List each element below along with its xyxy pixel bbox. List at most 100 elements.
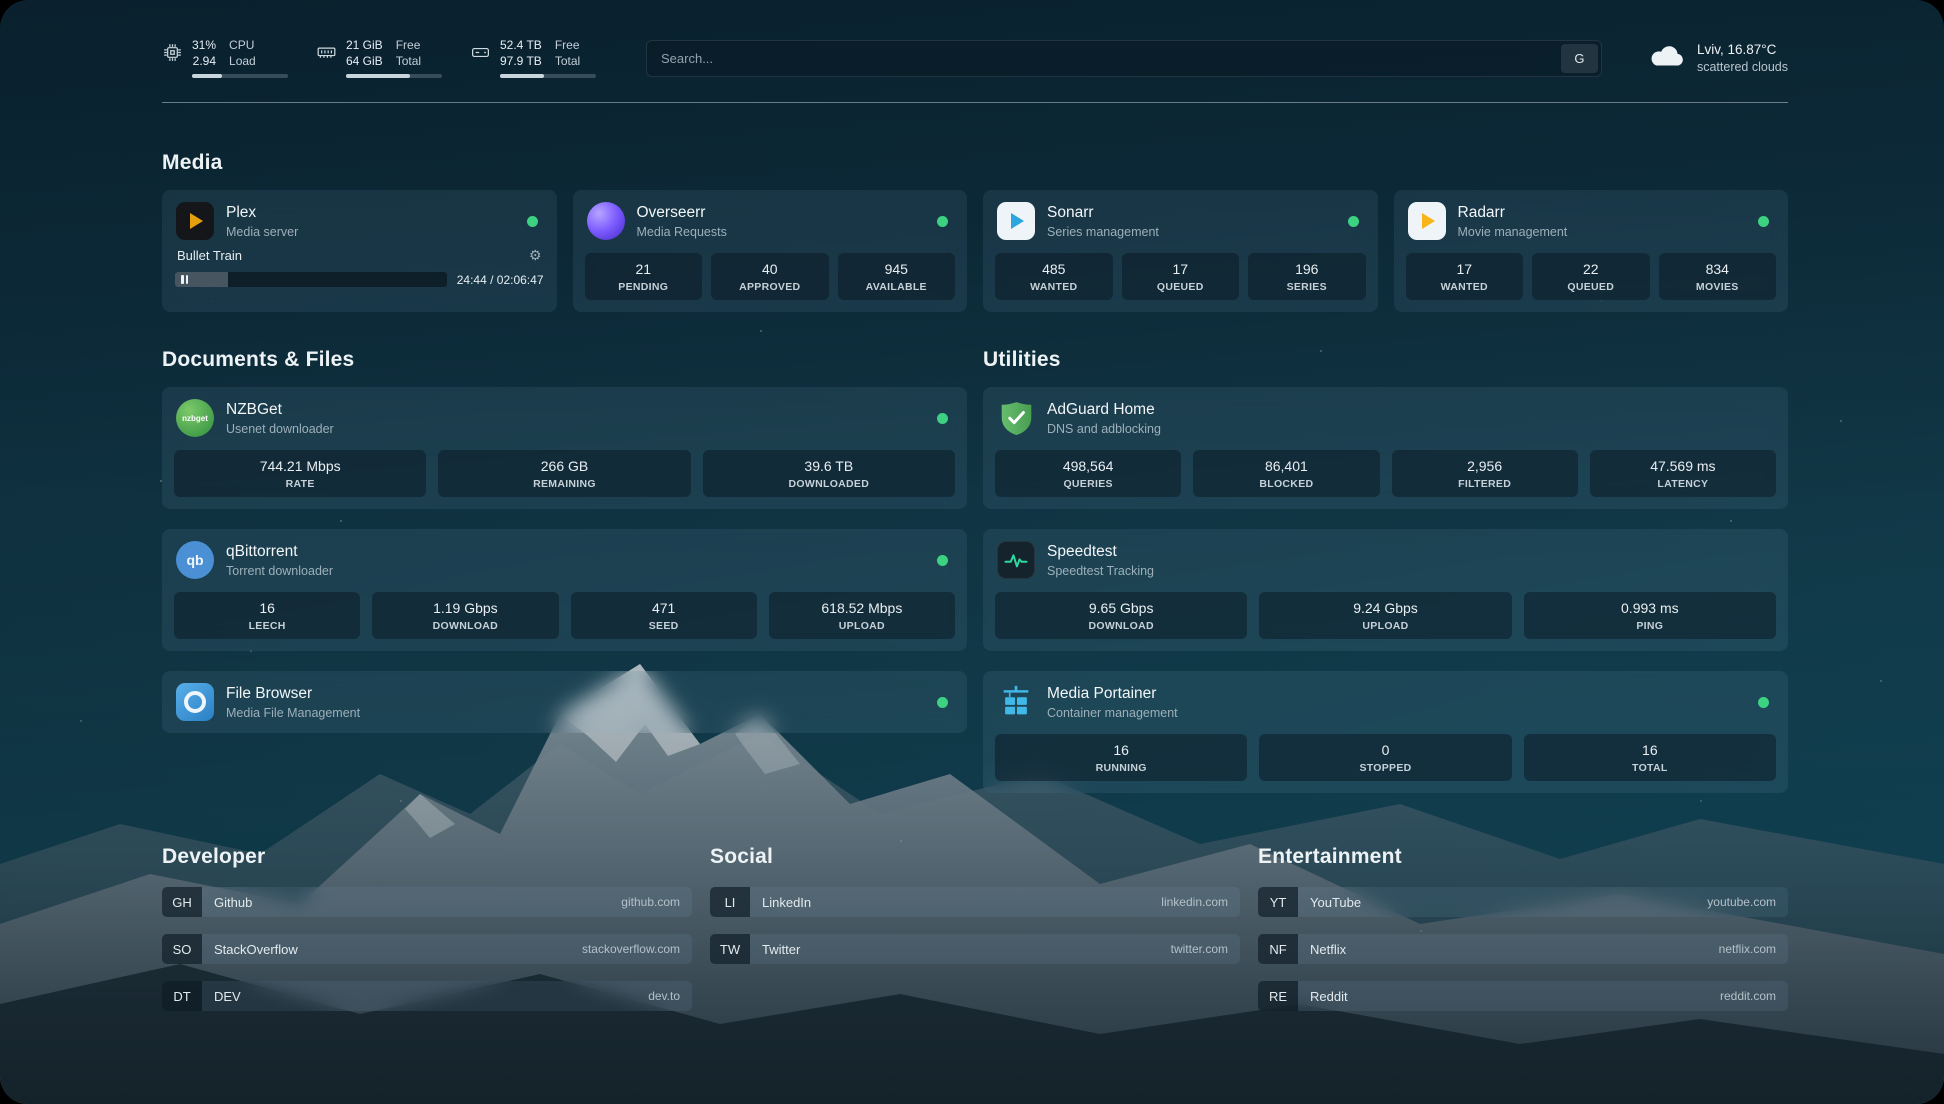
service-stats: 9.65 GbpsDOWNLOAD9.24 GbpsUPLOAD0.993 ms… <box>995 592 1776 639</box>
bookmark-stackoverflow[interactable]: SOStackOverflowstackoverflow.com <box>162 934 692 964</box>
stat-download: 9.65 Gbps DOWNLOAD <box>995 592 1247 639</box>
search-bar[interactable]: G <box>646 40 1602 77</box>
pause-icon[interactable] <box>181 275 188 284</box>
service-header: nzbgetNZBGetUsenet downloader <box>174 397 955 437</box>
bookmark-abbr: YT <box>1258 887 1298 917</box>
stat-download: 1.19 GbpsDOWNLOAD <box>372 592 558 639</box>
stat-remaining: 266 GB REMAINING <box>438 450 690 497</box>
filebrowser-icon <box>176 683 214 721</box>
service-card-nzbget[interactable]: nzbgetNZBGetUsenet downloader744.21 Mbps… <box>162 387 967 509</box>
utilities-cards: AdGuard HomeDNS and adblocking 498,564QUE… <box>983 387 1788 793</box>
service-card-filebrowser[interactable]: File BrowserMedia File Management <box>162 671 967 733</box>
stat-approved: 40APPROVED <box>711 253 829 300</box>
bookmark-twitter[interactable]: TWTwittertwitter.com <box>710 934 1240 964</box>
service-card-overseerr[interactable]: OverseerrMedia Requests21PENDING40APPROV… <box>573 190 968 312</box>
stat-value: 16 <box>1527 742 1773 758</box>
playback-progress-bar[interactable] <box>175 272 447 287</box>
bookmark-youtube[interactable]: YTYouTubeyoutube.com <box>1258 887 1788 917</box>
bookmark-url: dev.to <box>648 989 680 1003</box>
bookmark-reddit[interactable]: RERedditreddit.com <box>1258 981 1788 1011</box>
stat-label: DOWNLOAD <box>375 620 555 632</box>
bookmark-abbr: TW <box>710 934 750 964</box>
service-name: File Browser <box>226 685 360 703</box>
search-provider-button[interactable]: G <box>1561 44 1598 73</box>
bookmark-github[interactable]: GHGithubgithub.com <box>162 887 692 917</box>
now-playing: Bullet Train⚙24:44 / 02:06:47 <box>174 247 545 287</box>
stat-label: AVAILABLE <box>841 281 953 293</box>
service-description: Usenet downloader <box>226 422 334 436</box>
stat-value: 47.569 ms <box>1593 458 1773 474</box>
bookmark-group-title: Entertainment <box>1258 845 1788 869</box>
service-header: AdGuard HomeDNS and adblocking <box>995 397 1776 437</box>
bookmark-url: reddit.com <box>1720 989 1776 1003</box>
service-header: SpeedtestSpeedtest Tracking <box>995 539 1776 579</box>
bookmark-group-developer: DeveloperGHGithubgithub.comSOStackOverfl… <box>162 845 692 1011</box>
memory-label-1: Free <box>396 38 421 54</box>
search-input[interactable] <box>646 40 1602 77</box>
status-dot-online <box>937 413 948 424</box>
stat-label: TOTAL <box>1527 762 1773 774</box>
bookmark-name: Github <box>214 895 621 910</box>
service-stats: 744.21 MbpsRATE266 GBREMAINING39.6 TBDOW… <box>174 450 955 497</box>
stat-series: 196SERIES <box>1248 253 1366 300</box>
service-card-portainer[interactable]: Media PortainerContainer management16RUN… <box>983 671 1788 793</box>
weather-location: Lviv, 16.87°C <box>1697 42 1788 57</box>
service-stats: 16RUNNING0STOPPED16TOTAL <box>995 734 1776 781</box>
service-card-sonarr[interactable]: SonarrSeries management485WANTED17QUEUED… <box>983 190 1378 312</box>
bookmark-netflix[interactable]: NFNetflixnetflix.com <box>1258 934 1788 964</box>
group-documents-files: Documents & Files nzbgetNZBGetUsenet dow… <box>162 348 967 793</box>
bookmark-linkedin[interactable]: LILinkedInlinkedin.com <box>710 887 1240 917</box>
bookmark-dev[interactable]: DTDEVdev.to <box>162 981 692 1011</box>
status-dot-online <box>1758 697 1769 708</box>
stat-value: 21 <box>588 261 700 277</box>
stat-value: 0.993 ms <box>1527 600 1773 616</box>
status-dot-online <box>1348 216 1359 227</box>
stat-label: DOWNLOAD <box>998 620 1244 632</box>
service-card-radarr[interactable]: RadarrMovie management17WANTED22QUEUED83… <box>1394 190 1789 312</box>
plex-icon <box>176 202 214 240</box>
disk-icon <box>470 42 491 68</box>
stat-label: REMAINING <box>441 478 687 490</box>
divider <box>162 102 1788 103</box>
service-card-plex[interactable]: PlexMedia serverBullet Train⚙24:44 / 02:… <box>162 190 557 312</box>
service-card-qbittorrent[interactable]: qbqBittorrentTorrent downloader16LEECH1.… <box>162 529 967 651</box>
service-name: Speedtest <box>1047 543 1154 561</box>
stat-value: 17 <box>1409 261 1521 277</box>
qbittorrent-icon: qb <box>176 541 214 579</box>
dashboard-content: 31%2.94CPULoad21 GiB64 GiBFreeTotal52.4 … <box>0 0 1944 1053</box>
bookmark-group-social: SocialLILinkedInlinkedin.comTWTwittertwi… <box>710 845 1240 1011</box>
disk-label-1: Free <box>555 38 580 54</box>
service-name: Radarr <box>1458 204 1568 222</box>
stat-value: 266 GB <box>441 458 687 474</box>
service-stats: 498,564QUERIES86,401BLOCKED2,956FILTERED… <box>995 450 1776 497</box>
bookmark-abbr: RE <box>1258 981 1298 1011</box>
bookmark-name: DEV <box>214 989 648 1004</box>
stat-value: 16 <box>177 600 357 616</box>
stat-value: 9.65 Gbps <box>998 600 1244 616</box>
disk-usage-bar <box>500 74 596 78</box>
service-stats: 16LEECH1.19 GbpsDOWNLOAD471SEED618.52 Mb… <box>174 592 955 639</box>
disk-label-2: Total <box>555 54 580 70</box>
cpu-widget: 31%2.94CPULoad <box>162 38 288 78</box>
stat-movies: 834MOVIES <box>1659 253 1777 300</box>
speedtest-icon <box>997 541 1035 579</box>
resource-widgets: 31%2.94CPULoad21 GiB64 GiBFreeTotal52.4 … <box>162 38 596 78</box>
stat-label: SEED <box>574 620 754 632</box>
gear-icon[interactable]: ⚙ <box>529 247 542 264</box>
memory-value-1: 21 GiB <box>346 38 383 54</box>
sonarr-icon <box>997 202 1035 240</box>
topbar: 31%2.94CPULoad21 GiB64 GiBFreeTotal52.4 … <box>162 38 1788 78</box>
group-utilities: Utilities AdGuard HomeDNS and adblocking… <box>983 348 1788 793</box>
stat-value: 9.24 Gbps <box>1262 600 1508 616</box>
service-description: Media server <box>226 225 298 239</box>
stat-label: WANTED <box>1409 281 1521 293</box>
service-card-speedtest[interactable]: SpeedtestSpeedtest Tracking 9.65 Gbps DOWN… <box>983 529 1788 651</box>
stat-value: 17 <box>1125 261 1237 277</box>
stat-value: 16 <box>998 742 1244 758</box>
two-column-area: Documents & Files nzbgetNZBGetUsenet dow… <box>162 348 1788 793</box>
stat-label: LEECH <box>177 620 357 632</box>
service-name: Overseerr <box>637 204 727 222</box>
bookmark-name: Netflix <box>1310 942 1719 957</box>
service-card-adguard[interactable]: AdGuard HomeDNS and adblocking 498,564QUE… <box>983 387 1788 509</box>
memory-value-2: 64 GiB <box>346 54 383 70</box>
